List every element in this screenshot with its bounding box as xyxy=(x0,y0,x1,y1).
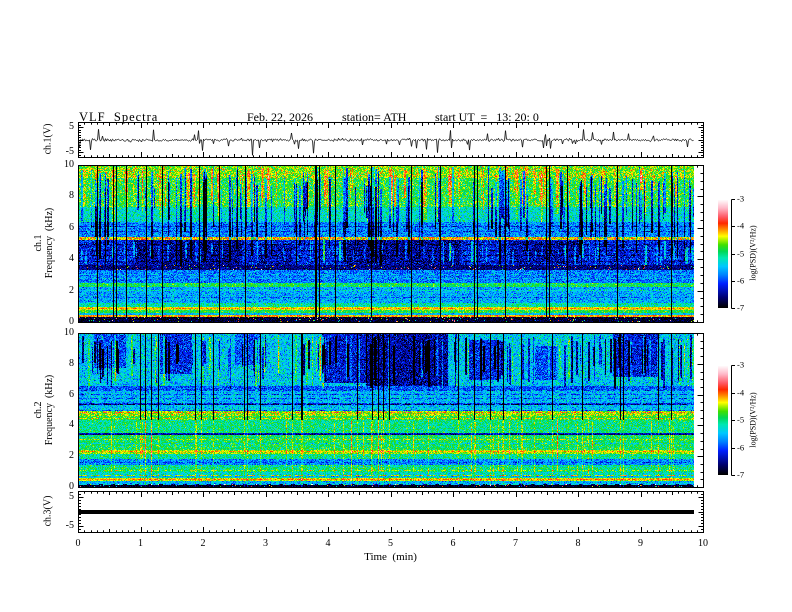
y-tick-label: 8 xyxy=(69,190,74,202)
tick-labels-layer: 0 1 2 3 4 5 6 7 8 9 10 5 -5 10 8 6 4 2 0 10 8 6 4 2 0 5 -5 -3 -4 -5 -6… xyxy=(0,0,792,612)
x-axis-title: Time (min) xyxy=(364,551,417,563)
colorbar-tick-label: -5 xyxy=(737,414,745,425)
y-tick-label: 4 xyxy=(69,253,74,265)
y-tick-label: 2 xyxy=(69,450,74,462)
y-tick-label: 2 xyxy=(69,284,74,296)
colorbar-tick-label: -3 xyxy=(737,359,745,370)
y-tick-label: 5 xyxy=(69,121,74,132)
colorbar-tick-label: -4 xyxy=(737,220,745,231)
y-tick-label: 5 xyxy=(69,490,74,502)
x-tick-label: 7 xyxy=(513,538,518,549)
y-tick-label: 4 xyxy=(69,419,74,431)
x-tick-label: 5 xyxy=(388,538,393,549)
y-tick-label: 8 xyxy=(69,357,74,369)
y-tick-label: 6 xyxy=(69,388,74,400)
y-tick-label: 6 xyxy=(69,221,74,233)
y-tick-label: 0 xyxy=(69,316,74,327)
colorbar-tick-label: -7 xyxy=(737,302,745,313)
x-tick-label: 9 xyxy=(638,538,643,549)
x-tick-label: 0 xyxy=(75,538,81,549)
y-tick-label: 10 xyxy=(64,327,74,338)
y-tick-label: -5 xyxy=(65,146,74,157)
colorbar-tick-label: -6 xyxy=(737,442,745,452)
colorbar-tick-label: -3 xyxy=(737,193,745,204)
x-tick-label: 8 xyxy=(575,538,581,549)
colorbar-tick-label: -4 xyxy=(737,387,745,397)
x-tick-label: 3 xyxy=(263,538,268,549)
colorbar-tick-label: -5 xyxy=(737,248,745,258)
colorbar-tick-label: -7 xyxy=(737,469,745,480)
x-tick-label: 2 xyxy=(200,538,206,549)
colorbar-tick-label: -6 xyxy=(737,275,745,286)
x-tick-label: 10 xyxy=(698,538,708,549)
vlf-spectra-page: VLF Spectra Feb. 22, 2026 station= ATH s… xyxy=(0,0,792,612)
y-tick-label: -5 xyxy=(65,520,74,532)
x-tick-label: 4 xyxy=(325,538,331,549)
y-tick-label: 10 xyxy=(64,159,74,170)
x-tick-label: 6 xyxy=(450,538,456,549)
x-tick-label: 1 xyxy=(138,538,143,549)
